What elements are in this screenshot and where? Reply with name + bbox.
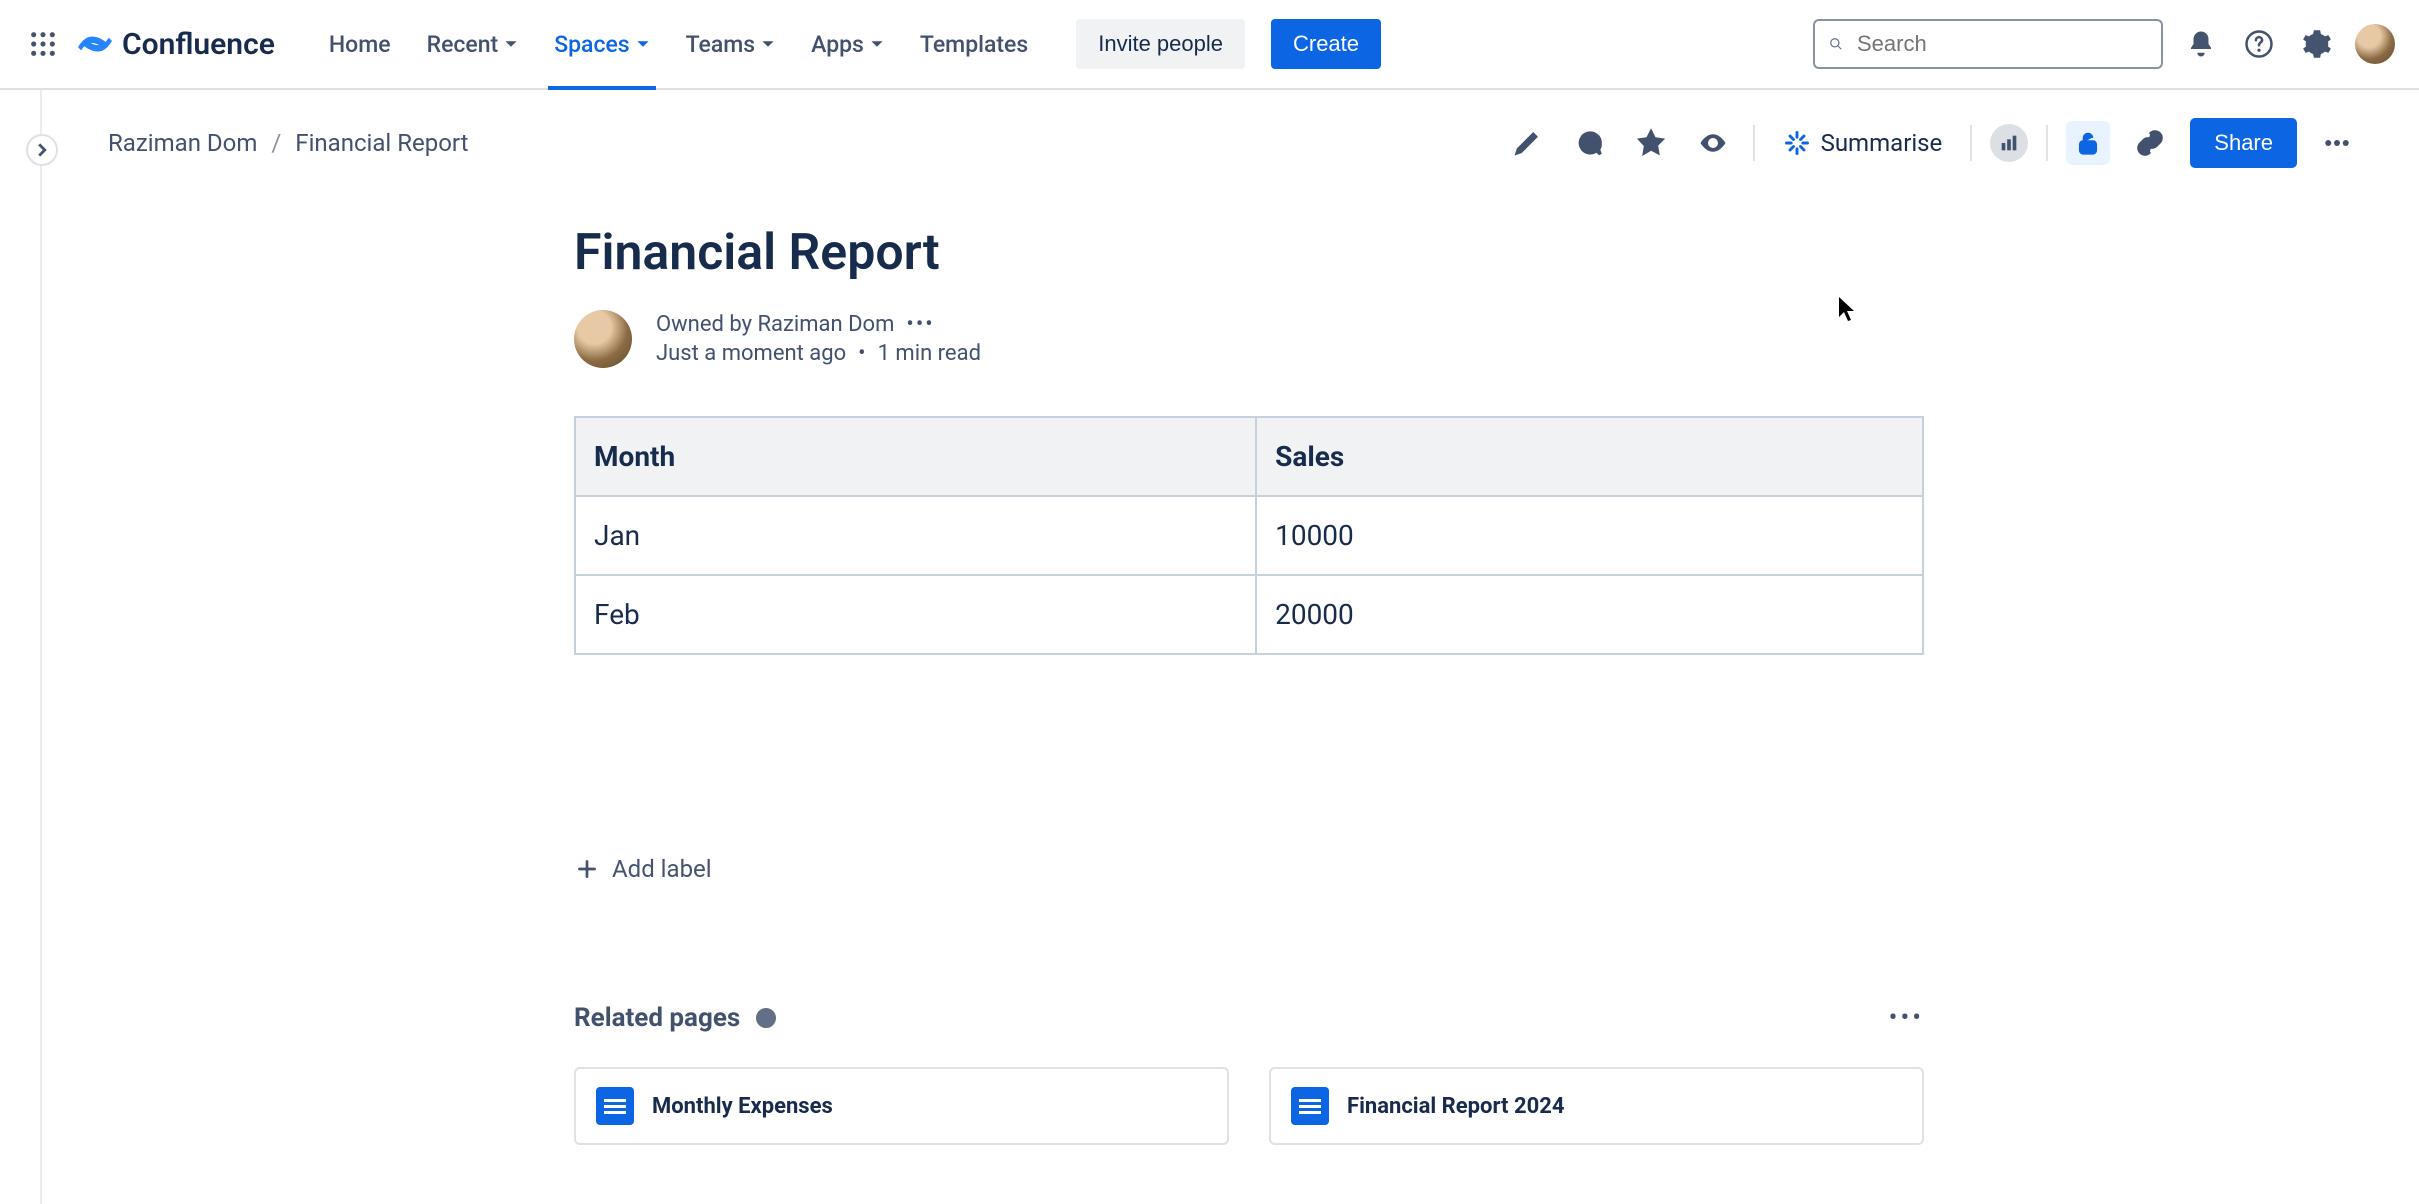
app-switcher[interactable]: [24, 25, 62, 63]
invite-people-button[interactable]: Invite people: [1076, 19, 1245, 69]
chevron-down-icon: [504, 37, 518, 51]
confluence-logo[interactable]: Confluence: [78, 27, 275, 62]
eye-icon: [1698, 128, 1728, 158]
page-icon: [596, 1087, 634, 1125]
more-icon: [2322, 128, 2352, 158]
settings-button[interactable]: [2297, 24, 2337, 64]
chevron-down-icon: [636, 37, 650, 51]
confluence-logo-icon: [78, 27, 112, 61]
table-row: Jan 10000: [575, 496, 1923, 575]
search-input[interactable]: [1855, 30, 2147, 58]
copy-link-button[interactable]: [2128, 121, 2172, 165]
watch-button[interactable]: [1691, 121, 1735, 165]
last-modified[interactable]: Just a moment ago: [656, 341, 846, 366]
breadcrumb-separator: /: [271, 129, 281, 157]
chart-icon: [1998, 132, 2020, 154]
cell-month: Feb: [575, 575, 1256, 654]
gear-icon: [2302, 29, 2332, 59]
toolbar-separator: [1753, 125, 1755, 161]
nav-apps[interactable]: Apps: [793, 0, 902, 88]
nav-right: [1813, 19, 2395, 69]
star-button[interactable]: [1629, 121, 1673, 165]
create-button[interactable]: Create: [1271, 19, 1381, 69]
app-switcher-icon: [29, 30, 57, 58]
expand-sidebar-button[interactable]: [26, 134, 58, 166]
related-pages-section: Related pages ••• Monthly Expenses Finan…: [574, 1003, 1924, 1145]
nav-spaces[interactable]: Spaces: [536, 0, 667, 88]
breadcrumb: Raziman Dom / Financial Report: [108, 129, 468, 157]
toolbar-separator: [1970, 125, 1972, 161]
chevron-down-icon: [870, 37, 884, 51]
nav-teams[interactable]: Teams: [668, 0, 794, 88]
toolbar-separator: [2046, 125, 2048, 161]
lock-open-icon: [2073, 128, 2103, 158]
chevron-down-icon: [761, 37, 775, 51]
owned-by-label: Owned by Raziman Dom: [656, 312, 894, 337]
page-tools: Summarise Share: [1505, 118, 2359, 168]
ai-sparkle-icon: [1783, 129, 1811, 157]
cell-sales: 20000: [1256, 575, 1923, 654]
profile-avatar[interactable]: [2355, 24, 2395, 64]
nav-templates[interactable]: Templates: [902, 0, 1046, 88]
page-header: Raziman Dom / Financial Report Summarise: [42, 90, 2419, 168]
edit-button[interactable]: [1505, 121, 1549, 165]
notifications-button[interactable]: [2181, 24, 2221, 64]
table-header-row: Month Sales: [575, 417, 1923, 496]
star-icon: [1636, 128, 1666, 158]
summarise-button[interactable]: Summarise: [1773, 123, 1953, 163]
table-row: Feb 20000: [575, 575, 1923, 654]
page-shell: Raziman Dom / Financial Report Summarise: [40, 90, 2419, 1204]
product-name: Confluence: [122, 27, 275, 62]
cell-sales: 10000: [1256, 496, 1923, 575]
page-icon: [1291, 1087, 1329, 1125]
add-label-button[interactable]: Add label: [574, 855, 712, 883]
owner-name[interactable]: Raziman Dom: [757, 312, 894, 337]
cell-month: Jan: [575, 496, 1256, 575]
financial-table: Month Sales Jan 10000 Feb 20000: [574, 416, 1924, 655]
col-header-sales: Sales: [1256, 417, 1923, 496]
byline-more-button[interactable]: •••: [906, 312, 934, 337]
related-more-button[interactable]: •••: [1889, 1003, 1924, 1033]
col-header-month: Month: [575, 417, 1256, 496]
comments-button[interactable]: [1567, 121, 1611, 165]
related-page-card[interactable]: Monthly Expenses: [574, 1067, 1229, 1145]
read-time: 1 min read: [878, 341, 981, 366]
help-icon: [2244, 29, 2274, 59]
related-page-card[interactable]: Financial Report 2024: [1269, 1067, 1924, 1145]
nav-home[interactable]: Home: [311, 0, 409, 88]
global-nav: Confluence Home Recent Spaces Teams Apps…: [0, 0, 2419, 90]
search-icon: [1829, 33, 1843, 55]
page-byline: Owned by Raziman Dom ••• Just a moment a…: [574, 310, 1924, 368]
plus-icon: [574, 856, 600, 882]
related-page-title: Financial Report 2024: [1347, 1094, 1564, 1119]
link-icon: [2135, 128, 2165, 158]
owner-avatar[interactable]: [574, 310, 632, 368]
breadcrumb-space[interactable]: Raziman Dom: [108, 129, 257, 157]
analytics-button[interactable]: [1990, 124, 2028, 162]
related-page-title: Monthly Expenses: [652, 1094, 833, 1119]
bell-icon: [2186, 29, 2216, 59]
breadcrumb-page[interactable]: Financial Report: [295, 129, 468, 157]
pencil-icon: [1512, 128, 1542, 158]
more-actions-button[interactable]: [2315, 121, 2359, 165]
related-pages-heading: Related pages: [574, 1003, 740, 1033]
info-icon[interactable]: [754, 1006, 778, 1030]
help-button[interactable]: [2239, 24, 2279, 64]
chevron-right-icon: [35, 143, 49, 157]
nav-recent[interactable]: Recent: [409, 0, 537, 88]
comment-icon: [1574, 128, 1604, 158]
page-title: Financial Report: [574, 224, 1924, 282]
share-button[interactable]: Share: [2190, 118, 2297, 168]
page-content: Financial Report Owned by Raziman Dom ••…: [574, 168, 1924, 1145]
global-search[interactable]: [1813, 19, 2163, 69]
restrictions-button[interactable]: [2066, 121, 2110, 165]
primary-nav: Home Recent Spaces Teams Apps Templates: [311, 0, 1046, 88]
